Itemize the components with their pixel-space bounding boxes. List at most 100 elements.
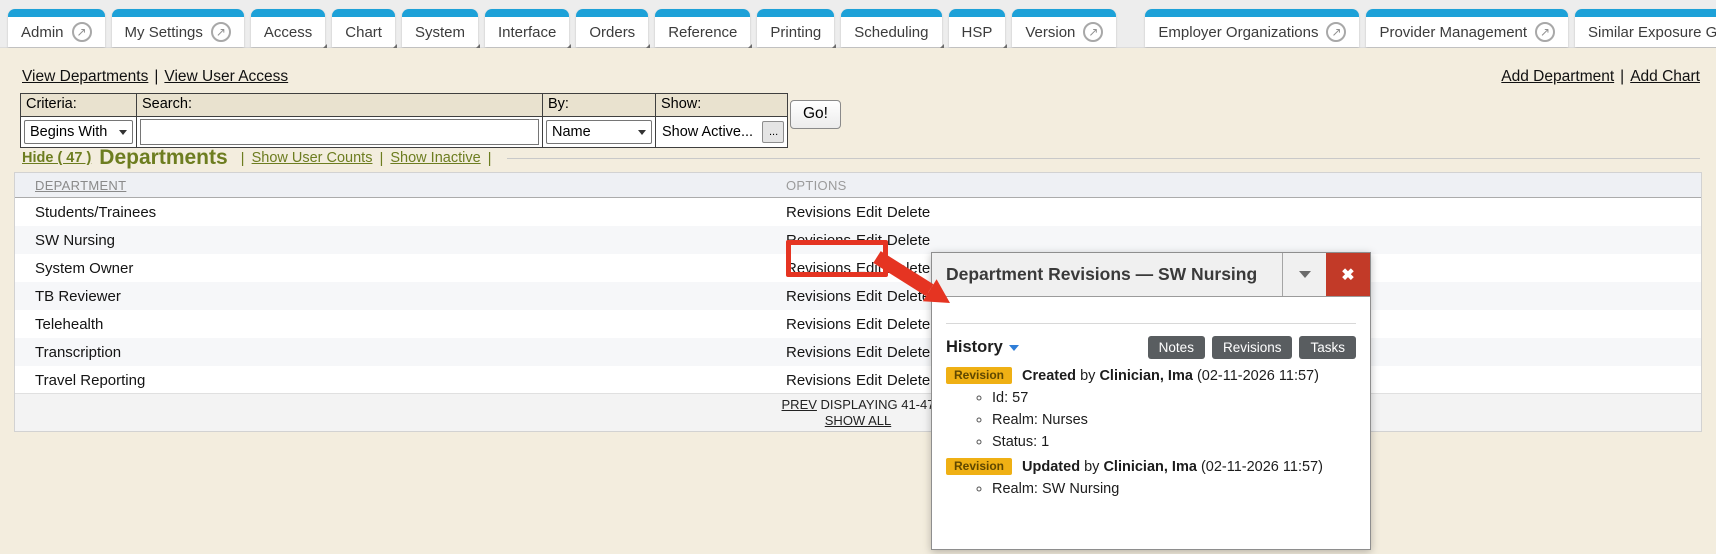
external-link-icon[interactable]: ↗ — [211, 22, 231, 42]
row-options: Revisions Edit Delete — [786, 204, 930, 221]
link-separator: | — [154, 68, 158, 85]
chevron-down-icon — [1009, 345, 1019, 351]
edit-link[interactable]: Edit — [856, 372, 882, 389]
table-row: TelehealthRevisionsEditDelete — [15, 310, 1701, 338]
department-column-header[interactable]: DEPARTMENT — [15, 178, 786, 193]
delete-link[interactable]: Delete — [887, 344, 930, 361]
popup-menu-button[interactable] — [1282, 253, 1326, 296]
external-link-icon[interactable]: ↗ — [1326, 22, 1346, 42]
search-input[interactable] — [140, 119, 539, 145]
department-name: Students/Trainees — [15, 204, 786, 221]
displaying-range-text: DISPLAYING 41-47 — [821, 397, 935, 412]
add-department-link[interactable]: Add Department — [1501, 68, 1614, 85]
show-user-counts-link[interactable]: Show User Counts — [252, 150, 373, 166]
by-text: by — [1084, 459, 1099, 475]
popup-close-button[interactable]: ✖ — [1326, 253, 1370, 296]
edit-link[interactable]: Edit — [856, 316, 882, 333]
section-separator: | — [379, 150, 383, 167]
tab-label: Scheduling — [854, 24, 928, 41]
history-dropdown[interactable]: History — [946, 338, 1003, 357]
top-tab-bar: Admin↗My Settings↗AccessChartSystemInter… — [0, 0, 1716, 48]
show-filter-more-button[interactable]: ... — [762, 121, 784, 143]
tab-my-settings[interactable]: My Settings↗ — [112, 9, 244, 47]
tab-label: HSP — [962, 24, 993, 41]
tab-system[interactable]: System — [402, 9, 478, 47]
department-name: TB Reviewer — [15, 288, 786, 305]
tab-orders[interactable]: Orders — [576, 9, 648, 47]
tab-employer-organizations[interactable]: Employer Organizations↗ — [1145, 9, 1359, 47]
tasks-button[interactable]: Tasks — [1299, 336, 1356, 359]
section-divider-line — [507, 158, 1700, 159]
revision-author: Clinician, Ima — [1099, 368, 1192, 384]
section-separator: | — [488, 150, 492, 167]
view-departments-link[interactable]: View Departments — [22, 68, 148, 85]
add-chart-link[interactable]: Add Chart — [1630, 68, 1700, 85]
tab-printing[interactable]: Printing — [757, 9, 834, 47]
revision-action: Updated — [1022, 459, 1080, 475]
show-inactive-link[interactable]: Show Inactive — [390, 150, 480, 166]
table-row: TranscriptionRevisionsEditDelete — [15, 338, 1701, 366]
search-cell — [137, 117, 542, 147]
hide-count-link[interactable]: Hide ( 47 ) — [22, 150, 91, 166]
tab-label: Version — [1025, 24, 1075, 41]
go-button[interactable]: Go! — [790, 100, 841, 129]
external-link-icon[interactable]: ↗ — [1535, 22, 1555, 42]
revision-timestamp: (02-11-2026 11:57) — [1197, 368, 1319, 384]
popup-body: History Notes Revisions Tasks Revision C… — [932, 323, 1370, 497]
show-all-link[interactable]: SHOW ALL — [825, 413, 891, 428]
delete-link[interactable]: Delete — [887, 260, 930, 277]
revisions-link[interactable]: Revisions — [786, 232, 851, 249]
tab-similar-exposure-groups-segs[interactable]: Similar Exposure Groups (SEGs)↗ — [1575, 9, 1716, 47]
tab-hsp[interactable]: HSP — [949, 9, 1006, 47]
show-filter-value: Show Active... — [659, 124, 753, 140]
tab-provider-management[interactable]: Provider Management↗ — [1366, 9, 1568, 47]
delete-link[interactable]: Delete — [887, 232, 930, 249]
tab-version[interactable]: Version ↗ — [1012, 9, 1116, 47]
row-options: Revisions Edit Delete — [786, 260, 930, 277]
edit-link[interactable]: Edit — [856, 204, 882, 221]
tab-reference[interactable]: Reference — [655, 9, 750, 47]
tab-chart[interactable]: Chart — [332, 9, 395, 47]
criteria-select[interactable]: Begins With — [24, 120, 133, 144]
criteria-cell: Begins With — [21, 117, 136, 147]
revision-details: Id: 57 Realm: Nurses Status: 1 — [946, 390, 1356, 450]
by-select[interactable]: Name — [546, 120, 652, 144]
revision-detail-item: Status: 1 — [992, 434, 1356, 450]
revisions-link[interactable]: Revisions — [786, 260, 851, 277]
department-name: Transcription — [15, 344, 786, 361]
external-link-icon[interactable]: ↗ — [72, 22, 92, 42]
revisions-link[interactable]: Revisions — [786, 372, 851, 389]
notes-button[interactable]: Notes — [1148, 336, 1205, 359]
edit-link[interactable]: Edit — [856, 232, 882, 249]
section-separator: | — [241, 150, 245, 167]
edit-link[interactable]: Edit — [856, 344, 882, 361]
edit-link[interactable]: Edit — [856, 260, 882, 277]
revisions-link[interactable]: Revisions — [786, 204, 851, 221]
delete-link[interactable]: Delete — [887, 288, 930, 305]
chevron-down-icon — [119, 130, 127, 135]
edit-link[interactable]: Edit — [856, 288, 882, 305]
revision-entry-line: Revision Created by Clinician, Ima (02-1… — [946, 368, 1356, 385]
tab-scheduling[interactable]: Scheduling — [841, 9, 941, 47]
popup-title: Department Revisions — SW Nursing — [932, 253, 1282, 296]
table-header-row: DEPARTMENT OPTIONS — [15, 173, 1701, 198]
tab-label: Printing — [770, 24, 821, 41]
criteria-select-value: Begins With — [30, 124, 107, 140]
tab-access[interactable]: Access — [251, 9, 325, 47]
tab-interface[interactable]: Interface — [485, 9, 569, 47]
delete-link[interactable]: Delete — [887, 204, 930, 221]
by-select-value: Name — [552, 124, 591, 140]
prev-page-link[interactable]: PREV — [782, 397, 817, 412]
row-options: Revisions Edit Delete — [786, 288, 930, 305]
tab-admin[interactable]: Admin↗ — [8, 9, 105, 47]
view-user-access-link[interactable]: View User Access — [164, 68, 288, 85]
revisions-link[interactable]: Revisions — [786, 344, 851, 361]
external-link-icon[interactable]: ↗ — [1083, 22, 1103, 42]
delete-link[interactable]: Delete — [887, 316, 930, 333]
revisions-button[interactable]: Revisions — [1212, 336, 1293, 359]
row-options: Revisions Edit Delete — [786, 232, 930, 249]
revisions-link[interactable]: Revisions — [786, 316, 851, 333]
revisions-link[interactable]: Revisions — [786, 288, 851, 305]
delete-link[interactable]: Delete — [887, 372, 930, 389]
by-text: by — [1080, 368, 1095, 384]
